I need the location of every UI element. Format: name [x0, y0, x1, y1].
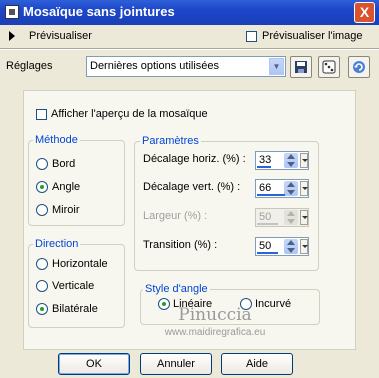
spin-arrows-icon[interactable] [284, 153, 298, 168]
close-button[interactable]: X [354, 2, 375, 23]
ok-button[interactable]: OK [58, 353, 130, 375]
method-label-bord[interactable]: Bord [52, 158, 75, 170]
width-spinner: 50 [255, 208, 309, 227]
show-preview-checkbox[interactable] [36, 109, 47, 120]
horiz-offset-value: 33 [259, 154, 272, 166]
direction-radio-bilaterale[interactable] [36, 303, 48, 315]
spin-arrows-icon[interactable] [284, 239, 298, 254]
method-label-miroir[interactable]: Miroir [52, 204, 80, 216]
preview-image-checkbox[interactable] [246, 31, 257, 42]
settings-value: Dernières options utilisées [90, 60, 220, 72]
save-preset-button[interactable] [290, 56, 312, 78]
direction-legend: Direction [33, 238, 81, 250]
transition-level [257, 252, 278, 254]
transition-spinner[interactable]: 50 [255, 237, 309, 256]
param-label-transition: Transition (%) : [143, 239, 218, 251]
help-button[interactable]: Aide [221, 353, 293, 375]
direction-radio-verticale[interactable] [36, 280, 48, 292]
watermark-url: www.maidiregrafica.eu [164, 327, 266, 338]
chevron-down-icon[interactable]: ▼ [269, 58, 284, 75]
width-value: 50 [259, 211, 272, 223]
watermark-name: Pinuccia [178, 305, 252, 325]
spin-arrows-icon[interactable] [284, 181, 298, 196]
method-radio-bord[interactable] [36, 158, 48, 170]
horiz-offset-level [257, 166, 271, 168]
direction-label-horizontale[interactable]: Horizontale [52, 258, 108, 270]
corner-style-legend: Style d'angle [143, 283, 210, 295]
direction-label-verticale[interactable]: Verticale [52, 280, 94, 292]
param-label-horiz-offset: Décalage horiz. (%) : [143, 153, 246, 165]
cancel-button[interactable]: Annuler [140, 353, 212, 375]
window-title: Mosaïque sans jointures [23, 4, 175, 19]
method-radio-miroir[interactable] [36, 204, 48, 216]
method-label-angle[interactable]: Angle [52, 181, 80, 193]
show-preview-label[interactable]: Afficher l'aperçu de la mosaïque [51, 108, 208, 120]
random-button[interactable] [318, 56, 340, 78]
slider-dropdown-icon[interactable] [300, 181, 308, 196]
title-bar: Mosaïque sans jointures X [0, 0, 379, 25]
width-level [257, 223, 278, 225]
preview-label[interactable]: Prévisualiser [29, 30, 92, 42]
direction-label-bilaterale[interactable]: Bilatérale [52, 303, 98, 315]
param-label-width: Largeur (%) : [143, 210, 208, 222]
vert-offset-value: 66 [259, 182, 272, 194]
spin-arrows-icon [284, 210, 298, 225]
transition-value: 50 [259, 240, 272, 252]
horiz-offset-spinner[interactable]: 33 [255, 151, 309, 170]
settings-dropdown[interactable]: Dernières options utilisées ▼ [86, 56, 286, 77]
vert-offset-spinner[interactable]: 66 [255, 179, 309, 198]
preview-image-label[interactable]: Prévisualiser l'image [262, 30, 363, 42]
app-icon [5, 5, 19, 19]
method-legend: Méthode [33, 134, 80, 146]
expand-arrow-icon[interactable] [9, 31, 15, 41]
parameters-legend: Paramètres [140, 135, 201, 147]
direction-radio-horizontale[interactable] [36, 258, 48, 270]
reset-button[interactable] [348, 56, 370, 78]
param-label-vert-offset: Décalage vert. (%) : [143, 181, 241, 193]
dice-icon [322, 60, 336, 74]
floppy-icon [295, 61, 307, 73]
settings-label: Réglages [6, 60, 53, 72]
divider [0, 48, 379, 50]
slider-dropdown-icon[interactable] [300, 239, 308, 254]
undo-icon [353, 61, 365, 73]
slider-dropdown-icon [300, 210, 308, 225]
vert-offset-level [257, 194, 285, 196]
method-radio-angle[interactable] [36, 181, 48, 193]
slider-dropdown-icon[interactable] [300, 153, 308, 168]
